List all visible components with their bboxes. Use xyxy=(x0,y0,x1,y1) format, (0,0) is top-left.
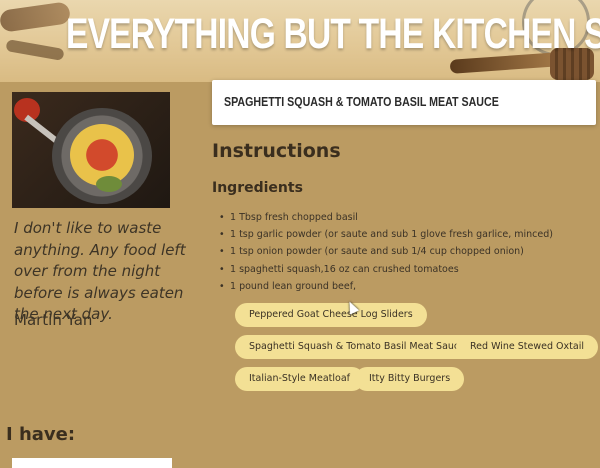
recipe-chip-peppered-goat-cheese[interactable]: Peppered Goat Cheese Log Sliders xyxy=(235,303,427,327)
ingredient-item: 1 tsp garlic powder (or saute and sub 1 … xyxy=(219,226,553,243)
header-banner: EVERYTHING BUT THE KITCHEN SINK xyxy=(0,0,600,82)
recipe-chip-spaghetti-squash[interactable]: Spaghetti Squash & Tomato Basil Meat Sau… xyxy=(235,335,479,359)
ingredient-list: 1 Tbsp fresh chopped basil 1 tsp garlic … xyxy=(219,209,553,295)
rolling-pin-decoration xyxy=(0,1,72,33)
ingredient-item: 1 Tbsp fresh chopped basil xyxy=(219,209,553,226)
instructions-heading: Instructions xyxy=(212,140,341,162)
ingredient-item: 1 tsp onion powder (or saute and sub 1/4… xyxy=(219,243,553,260)
site-title: EVERYTHING BUT THE KITCHEN SINK xyxy=(66,10,600,58)
spoon-decoration xyxy=(5,39,65,61)
recipe-title-card: SPAGHETTI SQUASH & TOMATO BASIL MEAT SAU… xyxy=(212,80,596,125)
recipe-chip-italian-meatloaf[interactable]: Italian-Style Meatloaf xyxy=(235,367,364,391)
recipe-title: SPAGHETTI SQUASH & TOMATO BASIL MEAT SAU… xyxy=(224,94,499,109)
recipe-chip-red-wine-oxtail[interactable]: Red Wine Stewed Oxtail xyxy=(456,335,598,359)
pantry-heading: I have: xyxy=(6,424,76,445)
quote-text: I don't like to waste anything. Any food… xyxy=(14,219,186,323)
ingredient-item: 1 spaghetti squash,16 oz can crushed tom… xyxy=(219,261,553,278)
ingredient-item: 1 pound lean ground beef, xyxy=(219,278,553,295)
quote-author: Martin Yan xyxy=(14,311,93,329)
recipe-chip-itty-bitty-burgers[interactable]: Itty Bitty Burgers xyxy=(355,367,465,391)
ingredients-heading: Ingredients xyxy=(212,180,303,196)
spaghetti-photo xyxy=(12,92,170,208)
pantry-input[interactable] xyxy=(12,458,172,468)
